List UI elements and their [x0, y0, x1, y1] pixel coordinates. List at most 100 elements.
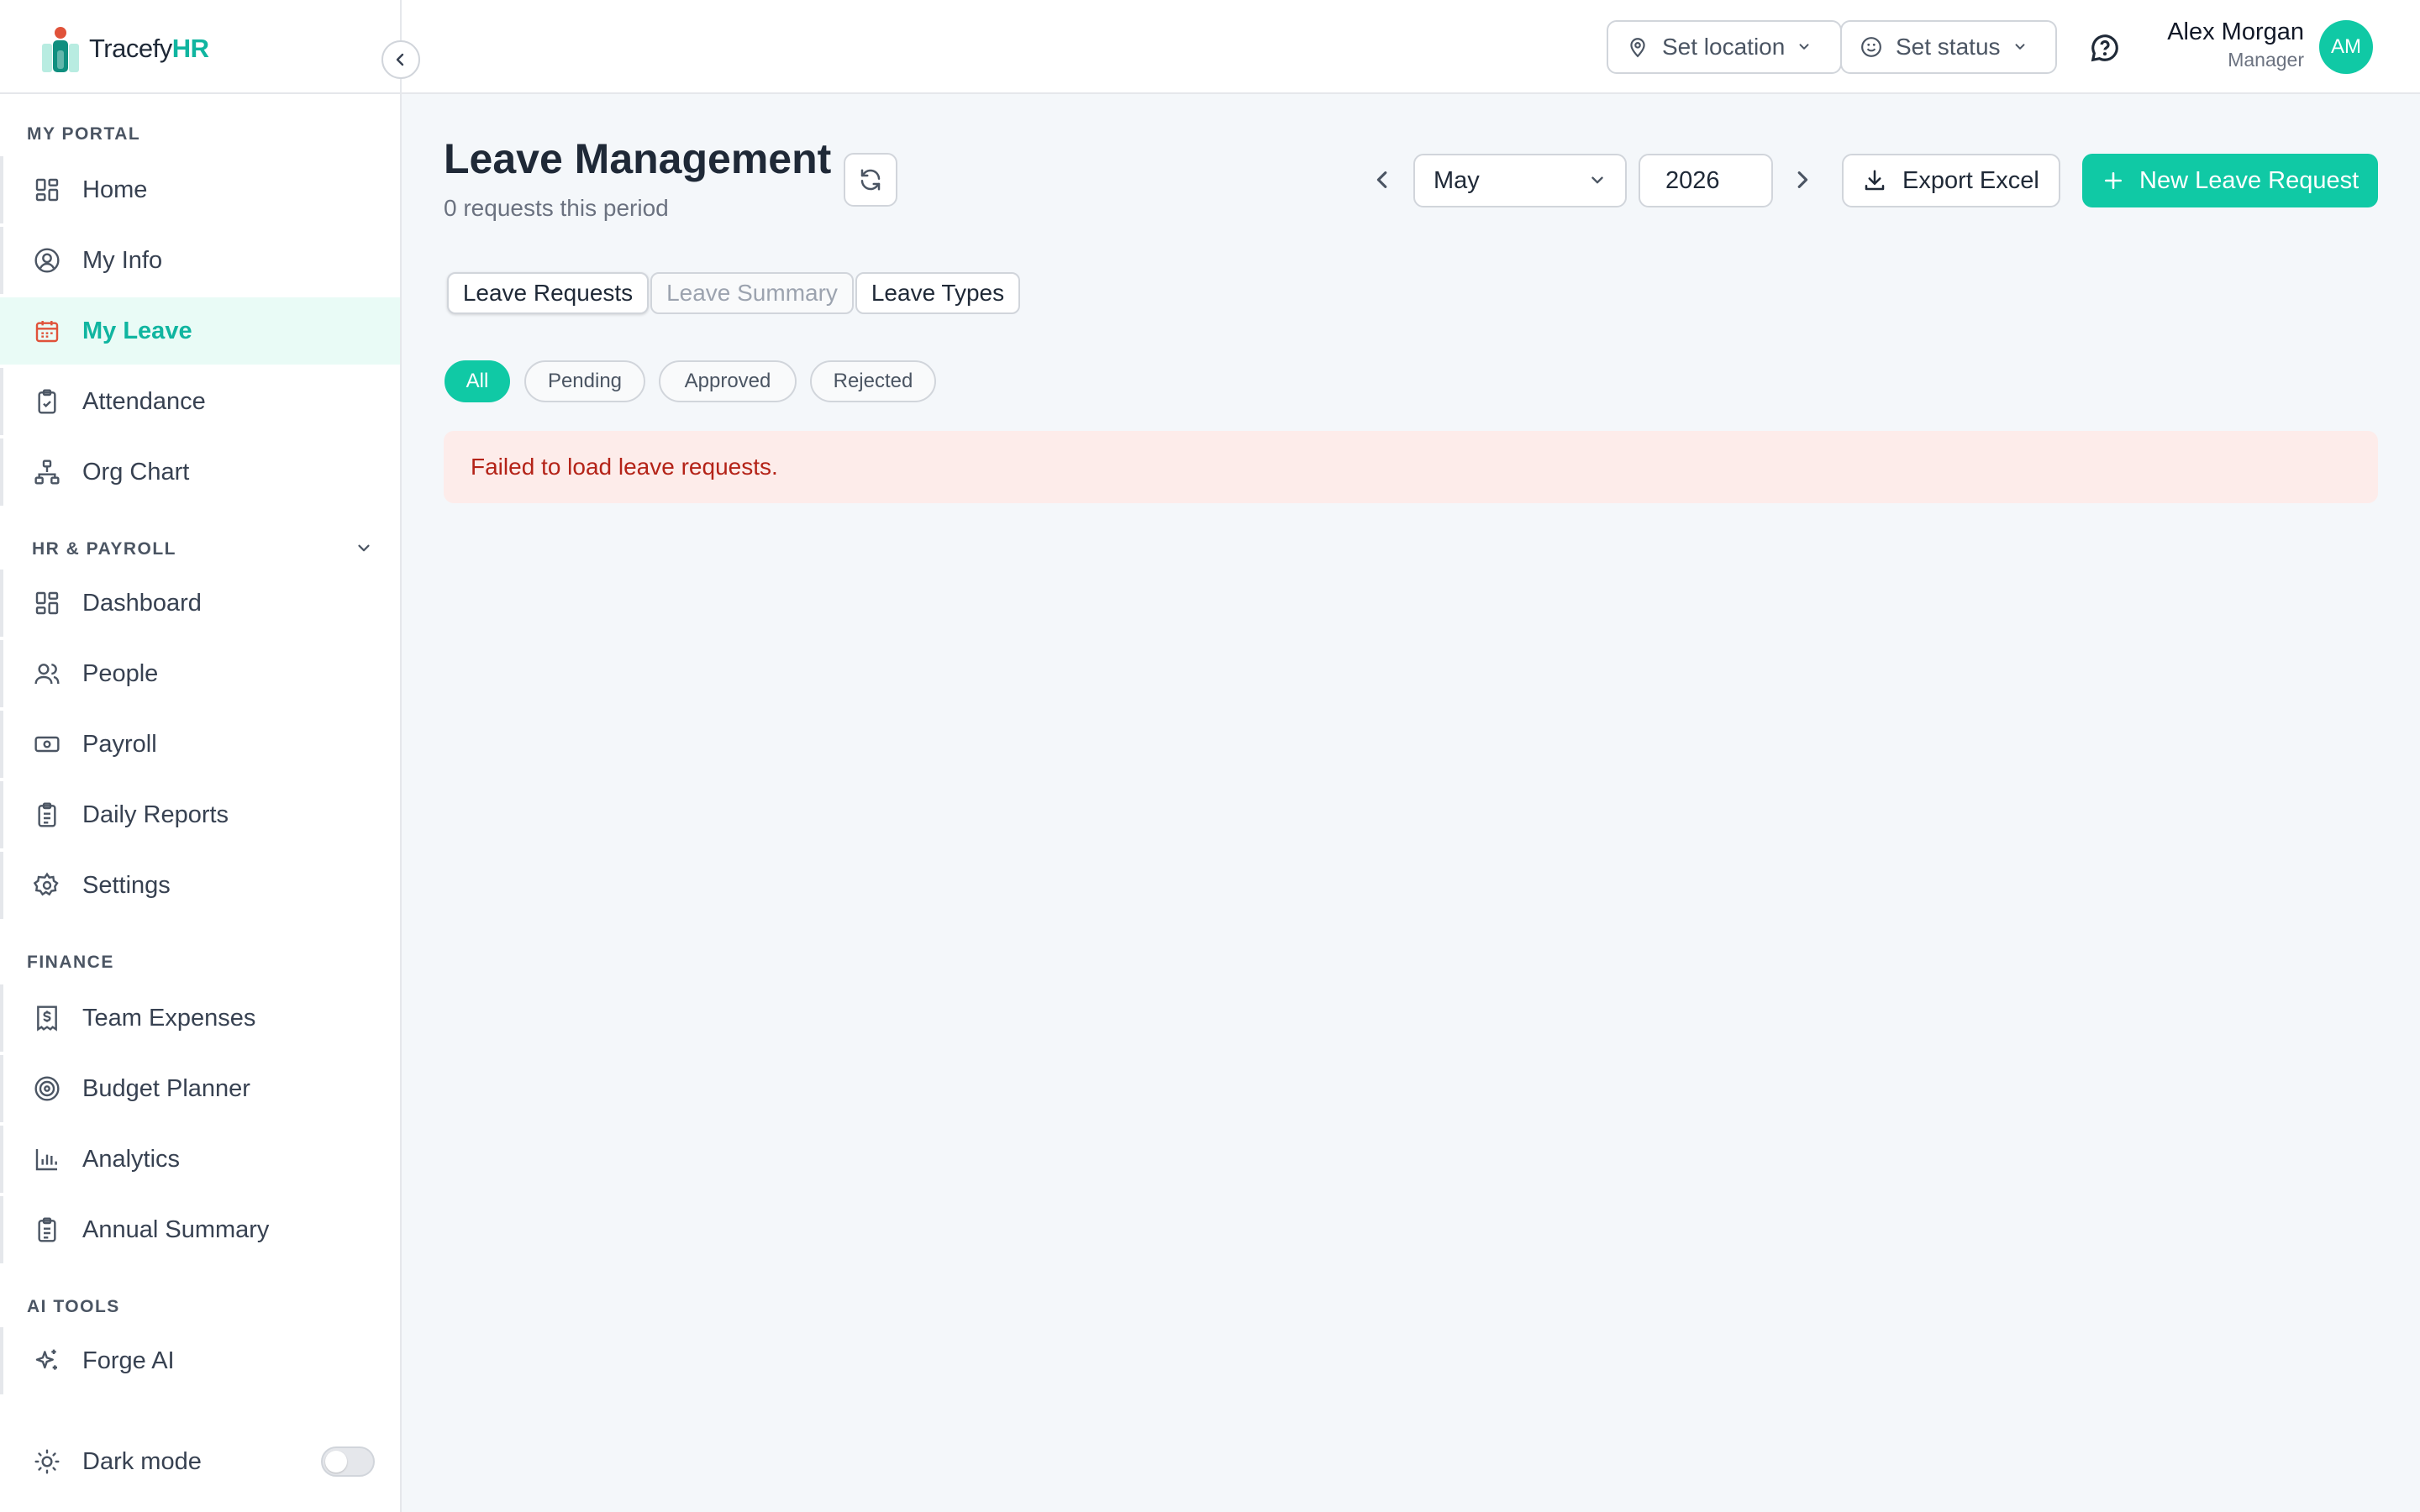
sidebar-item-label: Attendance: [82, 387, 206, 415]
page-title: Leave Management: [444, 135, 832, 182]
new-leave-request-button[interactable]: New Leave Request: [2082, 154, 2378, 207]
set-status-button[interactable]: Set status: [1840, 20, 2057, 74]
map-pin-icon: [1627, 36, 1649, 58]
sidebar-item-annual-summary[interactable]: Annual Summary: [0, 1196, 400, 1263]
user-name: Alex Morgan: [2167, 18, 2304, 45]
sidebar-item-people[interactable]: People: [0, 640, 400, 707]
clipboard-list-icon: [32, 1215, 62, 1245]
grid-icon: [32, 175, 62, 205]
section-label-finance: FINANCE: [27, 953, 114, 972]
sidebar-item-forge-ai[interactable]: Forge AI: [0, 1327, 400, 1394]
sidebar-item-daily-reports[interactable]: Daily Reports: [0, 781, 400, 848]
next-period-button[interactable]: [1790, 168, 1813, 192]
tab-leave-types[interactable]: Leave Types: [855, 272, 1020, 314]
user-circle-icon: [32, 245, 62, 276]
section-label-ai-tools: AI TOOLS: [27, 1297, 120, 1316]
plus-icon: [2102, 170, 2124, 192]
dark-mode-label: Dark mode: [82, 1447, 202, 1475]
sidebar-item-my-info[interactable]: My Info: [0, 227, 400, 294]
sidebar-item-label: Settings: [82, 871, 171, 899]
filter-approved[interactable]: Approved: [659, 360, 797, 402]
sidebar-item-label: Annual Summary: [82, 1215, 270, 1243]
sun-icon: [32, 1446, 62, 1477]
brand-header: TracefyHR: [0, 0, 402, 94]
chevron-down-icon: [1591, 176, 1603, 184]
user-role: Manager: [2228, 49, 2304, 71]
filter-pending[interactable]: Pending: [524, 360, 645, 402]
section-label-my-portal: MY PORTAL: [27, 124, 141, 144]
month-value: May: [1434, 166, 1480, 194]
bar-chart-icon: [32, 1144, 62, 1174]
filter-all[interactable]: All: [445, 360, 510, 402]
chevron-down-icon[interactable]: [355, 539, 373, 558]
sidebar: TracefyHR MY PORTAL Home My Info My Leav…: [0, 0, 420, 1512]
sidebar-item-home[interactable]: Home: [0, 156, 400, 223]
error-alert: Failed to load leave requests.: [444, 431, 2378, 503]
smile-icon: [1860, 36, 1882, 58]
brand-name: TracefyHR: [89, 34, 209, 64]
download-icon: [1862, 168, 1887, 193]
sidebar-item-label: Payroll: [82, 730, 157, 758]
previous-period-button[interactable]: [1371, 168, 1395, 192]
grid-icon: [32, 588, 62, 618]
sidebar-item-org-chart[interactable]: Org Chart: [0, 438, 400, 506]
export-excel-button[interactable]: Export Excel: [1842, 154, 2060, 207]
brand-name-prefix: Tracefy: [89, 34, 172, 63]
section-label-hr-payroll: HR & PAYROLL: [32, 539, 177, 559]
page-subtitle: 0 requests this period: [444, 195, 669, 221]
refresh-button[interactable]: [844, 153, 897, 207]
year-input[interactable]: 2026: [1639, 154, 1773, 207]
sidebar-item-label: Analytics: [82, 1145, 181, 1173]
sidebar-item-label: My Info: [82, 246, 163, 274]
sidebar-item-label: Dashboard: [82, 589, 202, 617]
clipboard-list-icon: [32, 800, 62, 830]
collapse-sidebar-button[interactable]: [381, 40, 420, 79]
set-location-label: Set location: [1662, 34, 1786, 60]
sidebar-item-budget-planner[interactable]: Budget Planner: [0, 1055, 400, 1122]
sparkles-icon: [32, 1346, 62, 1376]
help-icon[interactable]: [2089, 32, 2121, 64]
calendar-icon: [32, 316, 62, 346]
sidebar-item-analytics[interactable]: Analytics: [0, 1126, 400, 1193]
users-icon: [32, 659, 62, 689]
month-select[interactable]: May: [1413, 154, 1627, 207]
banknote-icon: [32, 729, 62, 759]
sidebar-item-label: Team Expenses: [82, 1004, 256, 1032]
set-location-button[interactable]: Set location: [1607, 20, 1842, 74]
org-chart-icon: [32, 457, 62, 487]
sidebar-item-attendance[interactable]: Attendance: [0, 368, 400, 435]
dark-mode-row: Dark mode: [0, 1428, 400, 1495]
sidebar-item-label: Daily Reports: [82, 801, 229, 828]
tracefy-logo-icon: [40, 25, 81, 74]
chevron-right-icon: [1797, 171, 1808, 188]
chevron-down-icon: [1797, 39, 1812, 55]
brand-name-suffix: HR: [171, 34, 209, 63]
filter-rejected[interactable]: Rejected: [810, 360, 936, 402]
sidebar-item-label: Forge AI: [82, 1347, 175, 1374]
chevron-left-icon: [396, 53, 404, 66]
sidebar-item-team-expenses[interactable]: Team Expenses: [0, 984, 400, 1052]
sidebar-item-dashboard[interactable]: Dashboard: [0, 570, 400, 637]
clipboard-check-icon: [32, 386, 62, 417]
new-leave-request-label: New Leave Request: [2139, 166, 2360, 194]
sidebar-item-label: My Leave: [82, 317, 192, 344]
set-status-label: Set status: [1896, 34, 2001, 60]
sidebar-item-my-leave[interactable]: My Leave: [0, 297, 400, 365]
sidebar-item-settings[interactable]: Settings: [0, 852, 400, 919]
sidebar-item-payroll[interactable]: Payroll: [0, 711, 400, 778]
target-icon: [32, 1074, 62, 1104]
tab-leave-summary[interactable]: Leave Summary: [650, 272, 854, 314]
sidebar-item-label: Budget Planner: [82, 1074, 250, 1102]
sidebar-item-label: Home: [82, 176, 148, 203]
sidebar-item-label: Org Chart: [82, 458, 190, 486]
tab-leave-requests[interactable]: Leave Requests: [447, 272, 649, 314]
chevron-left-icon: [1376, 171, 1387, 188]
top-bar: Set location Set status Alex Morgan Mana…: [402, 0, 2420, 94]
dark-mode-toggle[interactable]: [321, 1446, 375, 1477]
avatar[interactable]: AM: [2319, 20, 2373, 74]
refresh-icon: [860, 169, 881, 191]
sidebar-item-label: People: [82, 659, 159, 687]
gear-icon: [32, 870, 62, 900]
export-excel-label: Export Excel: [1902, 166, 2039, 194]
receipt-dollar-icon: [32, 1003, 62, 1033]
